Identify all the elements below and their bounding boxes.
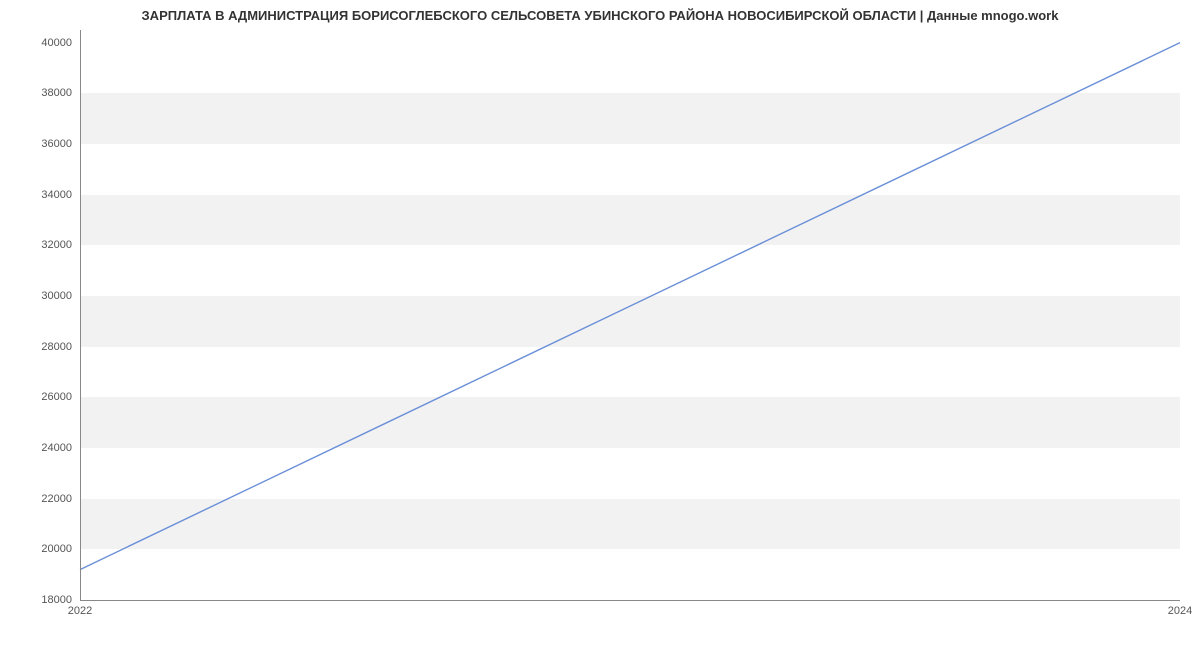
y-tick-label: 30000 — [12, 290, 72, 302]
y-tick-label: 40000 — [12, 37, 72, 49]
chart-container: ЗАРПЛАТА В АДМИНИСТРАЦИЯ БОРИСОГЛЕБСКОГО… — [0, 0, 1200, 650]
x-tick-label: 2022 — [68, 605, 92, 617]
chart-title: ЗАРПЛАТА В АДМИНИСТРАЦИЯ БОРИСОГЛЕБСКОГО… — [0, 0, 1200, 27]
y-tick-label: 28000 — [12, 341, 72, 353]
y-tick-label: 18000 — [12, 594, 72, 606]
y-axis-line — [80, 30, 81, 600]
data-line — [80, 43, 1180, 570]
y-tick-label: 26000 — [12, 391, 72, 403]
y-tick-label: 22000 — [12, 493, 72, 505]
y-tick-label: 20000 — [12, 543, 72, 555]
y-tick-label: 36000 — [12, 138, 72, 150]
y-tick-label: 32000 — [12, 239, 72, 251]
y-tick-label: 24000 — [12, 442, 72, 454]
chart-line-svg — [80, 30, 1180, 600]
x-axis-line — [80, 600, 1180, 601]
plot-area — [80, 30, 1180, 600]
y-tick-label: 38000 — [12, 87, 72, 99]
y-tick-label: 34000 — [12, 189, 72, 201]
x-tick-label: 2024 — [1168, 605, 1192, 617]
